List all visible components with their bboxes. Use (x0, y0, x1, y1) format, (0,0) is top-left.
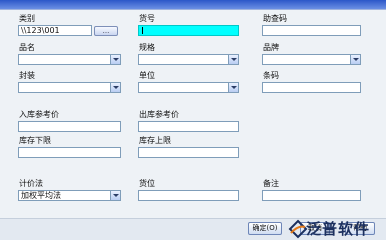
title-bar[interactable] (0, 0, 386, 10)
brand-label: 品牌 (263, 43, 279, 52)
location-field[interactable] (138, 190, 239, 201)
spec-combo[interactable] (138, 54, 239, 65)
item-no-field[interactable] (138, 25, 239, 36)
chevron-down-icon[interactable] (350, 55, 360, 64)
chevron-down-icon[interactable] (110, 55, 120, 64)
chevron-down-icon[interactable] (110, 191, 120, 200)
mnemonic-field[interactable] (262, 25, 361, 36)
valuation-label: 计价法 (19, 179, 43, 188)
logo-mark-icon (288, 219, 308, 239)
category-label: 类别 (19, 14, 35, 23)
unit-combo[interactable] (138, 82, 239, 93)
category-field[interactable]: \\123\001 (18, 25, 92, 36)
category-browse-button[interactable]: ... (94, 26, 118, 36)
ok-button[interactable]: 确定(O) (248, 222, 282, 235)
remark-label: 备注 (263, 179, 279, 188)
stock-min-field[interactable] (18, 147, 121, 158)
barcode-field[interactable] (262, 82, 361, 93)
in-ref-price-field[interactable] (18, 121, 121, 132)
out-ref-price-field[interactable] (138, 121, 239, 132)
unit-label: 单位 (139, 71, 155, 80)
package-label: 封装 (19, 71, 35, 80)
valuation-combo[interactable]: 加权平均法 (18, 190, 121, 201)
stock-max-field[interactable] (138, 147, 239, 158)
in-ref-price-label: 入库参考价 (19, 110, 59, 119)
mnemonic-label: 助查码 (263, 14, 287, 23)
package-combo[interactable] (18, 82, 121, 93)
stock-min-label: 库存下限 (19, 136, 51, 145)
name-combo[interactable] (18, 54, 121, 65)
location-label: 货位 (139, 179, 155, 188)
brand-combo[interactable] (262, 54, 361, 65)
stock-max-label: 库存上限 (139, 136, 171, 145)
chevron-down-icon[interactable] (228, 55, 238, 64)
name-label: 品名 (19, 43, 35, 52)
chevron-down-icon[interactable] (228, 83, 238, 92)
chevron-down-icon[interactable] (110, 83, 120, 92)
brand-logo: 泛普软件 (288, 219, 378, 239)
text-caret (142, 27, 143, 34)
remark-field[interactable] (262, 190, 361, 201)
logo-text: 泛普软件 (306, 220, 371, 238)
spec-label: 规格 (139, 43, 155, 52)
item-no-label: 货号 (139, 14, 155, 23)
out-ref-price-label: 出库参考价 (139, 110, 179, 119)
barcode-label: 条码 (263, 71, 279, 80)
item-dialog: 类别 \\123\001 ... 货号 助查码 品名 规格 品牌 封装 单位 条… (0, 0, 386, 240)
valuation-value: 加权平均法 (21, 191, 61, 200)
